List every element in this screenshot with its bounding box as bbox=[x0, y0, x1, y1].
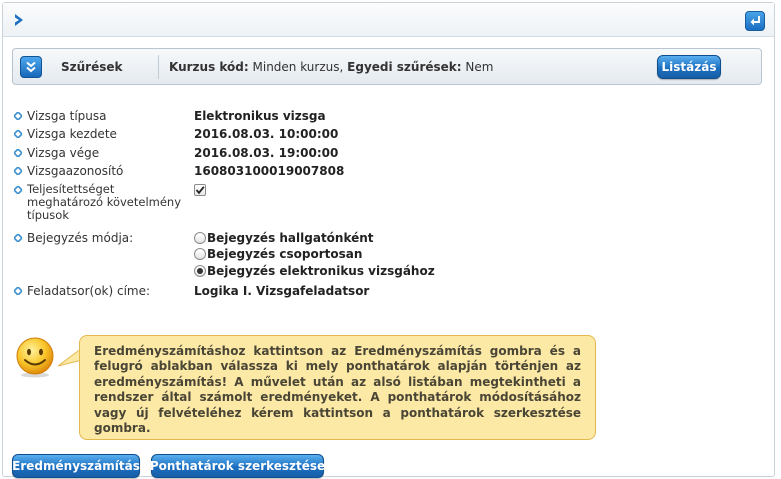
course-code-value: Minden kurzus, bbox=[252, 60, 344, 74]
result-calculation-button[interactable]: Eredményszámítás bbox=[12, 454, 140, 478]
filter-bar: Szűrések Kurzus kód: Minden kurzus, Egye… bbox=[12, 48, 762, 85]
return-arrow-icon bbox=[750, 16, 760, 26]
exam-start-value: 2016.08.03. 10:00:00 bbox=[194, 127, 339, 141]
list-button[interactable]: Listázás bbox=[657, 55, 721, 79]
exam-type-label: Vizsga típusa bbox=[27, 109, 107, 123]
help-text: Eredményszámításhoz kattintson az Eredmé… bbox=[94, 344, 581, 436]
completion-checkbox[interactable] bbox=[194, 184, 206, 196]
diamond-bullet-icon bbox=[14, 234, 22, 242]
radio-button[interactable] bbox=[194, 232, 206, 244]
task-sheet-value: Logika I. Vizsgafeladatsor bbox=[194, 284, 370, 298]
exam-type-value: Elektronikus vizsga bbox=[194, 109, 326, 123]
diamond-bullet-icon bbox=[14, 130, 22, 138]
filter-divider bbox=[158, 55, 159, 79]
top-toolbar bbox=[3, 3, 774, 37]
exam-start-label: Vizsga kezdete bbox=[27, 127, 117, 141]
checkmark-icon bbox=[195, 186, 205, 195]
exam-end-value: 2016.08.03. 19:00:00 bbox=[194, 146, 339, 160]
diamond-bullet-icon bbox=[14, 186, 22, 194]
radio-label: Bejegyzés elektronikus vizsgához bbox=[207, 264, 435, 278]
chevron-right-icon[interactable] bbox=[13, 13, 25, 27]
course-code-label: Kurzus kód: bbox=[169, 60, 249, 74]
diamond-bullet-icon bbox=[14, 287, 22, 295]
radio-button[interactable] bbox=[194, 248, 206, 260]
diamond-bullet-icon bbox=[14, 149, 22, 157]
diamond-bullet-icon bbox=[14, 167, 22, 175]
filter-toggle-button[interactable] bbox=[20, 56, 42, 78]
edit-thresholds-button[interactable]: Ponthatárok szerkesztése bbox=[150, 454, 325, 478]
diamond-bullet-icon bbox=[14, 112, 22, 120]
completion-label: Teljesítettséget meghatározó követelmény… bbox=[27, 182, 182, 222]
double-chevron-down-icon bbox=[26, 61, 36, 73]
entry-mode-label: Bejegyzés módja: bbox=[27, 231, 134, 245]
exam-id-label: Vizsgaazonosító bbox=[27, 164, 124, 178]
filter-summary: Kurzus kód: Minden kurzus, Egyedi szűrés… bbox=[169, 60, 493, 74]
exam-end-label: Vizsga vége bbox=[27, 146, 100, 160]
custom-filters-value: Nem bbox=[465, 60, 494, 74]
exam-id-value: 160803100019007808 bbox=[194, 164, 345, 178]
smiley-icon bbox=[16, 337, 54, 378]
custom-filters-label: Egyedi szűrések: bbox=[347, 60, 462, 74]
filter-title: Szűrések bbox=[61, 60, 123, 74]
radio-label: Bejegyzés csoportosan bbox=[207, 247, 363, 261]
return-button[interactable] bbox=[745, 11, 765, 31]
radio-label: Bejegyzés hallgatónként bbox=[207, 231, 374, 245]
task-sheet-label: Feladatsor(ok) címe: bbox=[27, 284, 151, 298]
help-bubble: Eredményszámításhoz kattintson az Eredmé… bbox=[79, 335, 596, 440]
radio-button-selected[interactable] bbox=[194, 265, 206, 277]
